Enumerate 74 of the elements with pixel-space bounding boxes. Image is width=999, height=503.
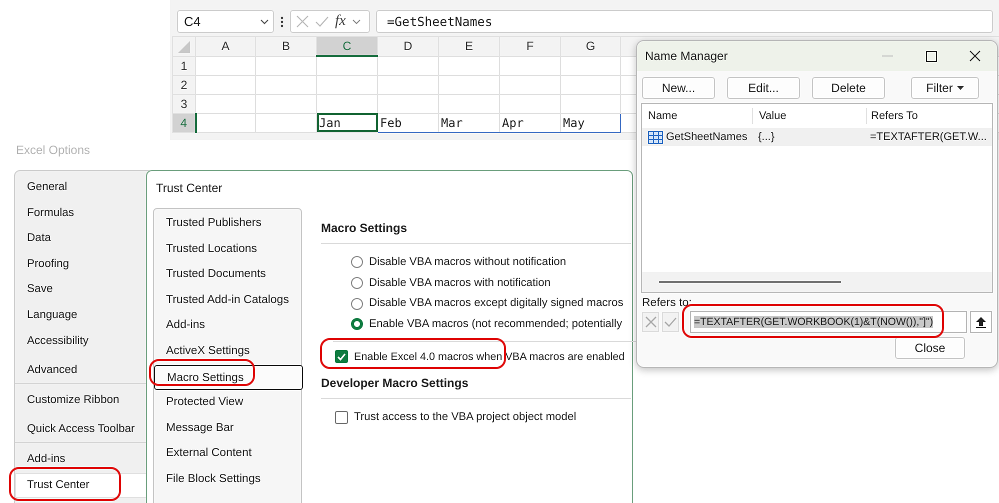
column-header[interactable]: A: [196, 36, 256, 56]
upload-icon[interactable]: [976, 316, 986, 328]
cancel-icon[interactable]: [644, 316, 656, 328]
scrollbar[interactable]: [642, 272, 992, 292]
radio-button[interactable]: [351, 277, 363, 290]
checkbox[interactable]: [335, 411, 348, 424]
option-label: Disable VBA macros with notification: [369, 276, 551, 291]
row-header[interactable]: 1: [172, 56, 196, 75]
row-header[interactable]: 4: [172, 113, 196, 132]
radio-button[interactable]: [351, 318, 363, 330]
chevron-down-icon[interactable]: [260, 18, 269, 24]
value-text: {...}: [757, 130, 776, 145]
collapse-button[interactable]: [970, 311, 992, 333]
option-label: Disable VBA macros except digitally signed macros: [369, 296, 624, 312]
column-header[interactable]: Refers To: [866, 108, 992, 124]
name-box-text: C4: [184, 12, 201, 31]
name-text: GetSheetNames: [666, 130, 748, 145]
caret-icon[interactable]: [956, 86, 964, 90]
checkbox[interactable]: [335, 350, 348, 364]
column-header[interactable]: F: [500, 36, 560, 56]
category-item[interactable]: File Block Settings: [154, 466, 301, 493]
category-item[interactable]: Add-ins: [154, 313, 301, 339]
more-icon[interactable]: [280, 16, 284, 28]
grid-cell[interactable]: Feb: [378, 113, 438, 132]
category-item[interactable]: Macro Settings: [154, 364, 303, 390]
category-item[interactable]: Trusted Publishers: [154, 211, 301, 237]
column-header[interactable]: G: [560, 36, 620, 56]
radio-button[interactable]: [351, 298, 363, 310]
grid-cell[interactable]: Mar: [438, 113, 500, 132]
radio-button[interactable]: [351, 256, 363, 268]
check-icon[interactable]: [315, 16, 329, 28]
dialog-button[interactable]: Edit...: [727, 77, 800, 99]
column-header[interactable]: E: [438, 36, 500, 56]
column-header[interactable]: Value: [752, 108, 866, 124]
dialog-title: Trust Center: [156, 180, 222, 197]
column-header[interactable]: B: [256, 36, 316, 56]
close-icon[interactable]: [969, 50, 981, 62]
formula-field[interactable]: =GetSheetNames: [376, 10, 993, 33]
check-icon[interactable]: [664, 316, 677, 328]
section-heading: Macro Settings: [321, 219, 631, 244]
chevron-down-icon[interactable]: [352, 18, 361, 24]
dialog-button[interactable]: Delete: [812, 77, 885, 99]
row-header[interactable]: 3: [172, 94, 196, 113]
grid-cell[interactable]: May: [560, 113, 620, 132]
category-item[interactable]: ActiveX Settings: [154, 338, 301, 365]
name-box[interactable]: C4: [177, 10, 274, 33]
category-item[interactable]: External Content: [154, 441, 301, 467]
dialog-button[interactable]: New...: [642, 77, 715, 99]
section-heading: Developer Macro Settings: [321, 374, 631, 399]
maximize-icon[interactable]: [926, 50, 936, 62]
close-button[interactable]: Close: [895, 337, 965, 359]
category-item[interactable]: Protected View: [154, 390, 301, 416]
option-label: Enable VBA macros (not recommended; potentially: [369, 317, 622, 332]
column-header[interactable]: Name: [642, 108, 752, 124]
dialog-title: Name Manager: [645, 48, 729, 65]
formula-field[interactable]: =TEXTAFTER(GET.WORKBOOK(1)&T(NOW()),"]"): [690, 311, 967, 333]
option-label: Trust access to the VBA project object model: [354, 410, 576, 426]
grid-cell[interactable]: Jan: [316, 113, 378, 132]
category-item[interactable]: Trusted Documents: [154, 262, 301, 288]
column-header[interactable]: C: [316, 36, 378, 56]
option-label: Enable Excel 4.0 macros when VBA macros are enabled: [354, 350, 625, 365]
dialog-title: Excel Options: [16, 142, 90, 159]
category-item[interactable]: Message Bar: [154, 416, 301, 442]
category-item[interactable]: Trusted Add-in Catalogs: [154, 288, 301, 314]
insert-function-button[interactable]: fx: [335, 10, 346, 33]
formula-text: =TEXTAFTER(GET.W...: [869, 130, 988, 145]
option-label: Disable VBA macros without notification: [369, 254, 566, 270]
grid-cell[interactable]: Apr: [500, 113, 560, 132]
filter-button[interactable]: Filter: [911, 77, 979, 99]
category-item[interactable]: Trusted Locations: [154, 236, 301, 262]
table-icon: [648, 130, 663, 144]
row-header[interactable]: 2: [172, 75, 196, 94]
column-header[interactable]: D: [378, 36, 438, 56]
list-row[interactable]: GetSheetNames {...} =TEXTAFTER(GET.W...: [642, 128, 992, 146]
